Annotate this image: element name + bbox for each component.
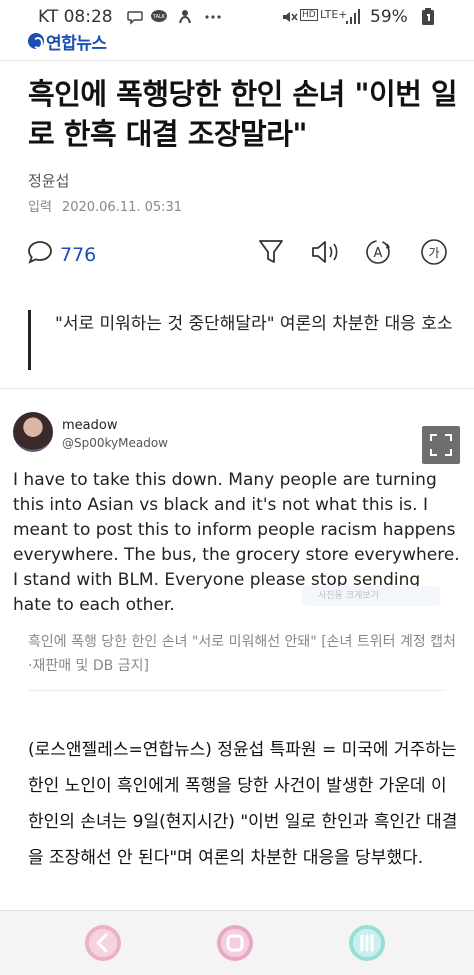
back-icon <box>96 933 108 953</box>
article-headline: 흑인에 폭행당한 한인 손녀 "이번 일로 한흑 대결 조장말라" <box>28 77 458 151</box>
tweet-user-handle: @Sp00kyMeadow <box>62 436 168 450</box>
back-button[interactable] <box>85 925 121 961</box>
header-divider <box>0 60 474 61</box>
message-icon <box>127 11 143 25</box>
caption-divider <box>28 690 446 691</box>
more-dots-icon <box>205 15 221 19</box>
yonhap-logo-icon <box>28 33 44 49</box>
site-logo[interactable]: 연합뉴스 <box>28 30 107 54</box>
mute-icon <box>283 12 298 22</box>
home-icon <box>226 934 244 952</box>
audio-icon[interactable] <box>310 238 340 266</box>
recents-button[interactable] <box>349 925 385 961</box>
font-style-icon[interactable]: 가 <box>420 238 448 266</box>
signal-icon <box>346 9 360 24</box>
font-style-icon-label: 가 <box>428 246 439 260</box>
article-author: 정윤섭 <box>28 172 70 190</box>
font-size-icon[interactable] <box>258 238 284 266</box>
notification-icon <box>179 10 191 24</box>
expand-icon <box>430 434 452 456</box>
article-date-row: 입력 2020.06.11. 05:31 <box>28 196 192 215</box>
home-button[interactable] <box>217 925 253 961</box>
battery-icon <box>422 8 434 25</box>
comment-count[interactable]: 776 <box>60 244 96 266</box>
system-nav-bar <box>0 910 474 975</box>
translate-icon-label: A <box>374 246 383 261</box>
kakaotalk-icon: TALK <box>151 10 167 22</box>
tweet-divider <box>0 388 474 389</box>
recents-icon <box>360 934 374 952</box>
logo-text: 연합뉴스 <box>46 33 107 54</box>
battery-percent: 59% <box>370 7 408 27</box>
article-date: 2020.06.11. 05:31 <box>61 200 183 215</box>
carrier-time: KT 08:28 <box>38 7 113 27</box>
expand-image-button[interactable] <box>422 426 460 464</box>
article-body: (로스앤젤레스=연합뉴스) 정윤섭 특파원 = 미국에 거주하는 한인 노인이 … <box>28 740 458 868</box>
date-label: 입력 <box>28 200 52 215</box>
tweet-user-name: meadow <box>62 418 118 433</box>
svg-text:TALK: TALK <box>152 14 166 20</box>
article-subtitle: "서로 미워하는 것 중단해달라" 여론의 차분한 대응 호소 <box>28 310 458 370</box>
comment-icon[interactable] <box>26 238 54 266</box>
avatar <box>13 412 53 452</box>
tweet-ghost-label: 사진을 크게보기 <box>302 586 440 606</box>
translate-icon[interactable]: A <box>364 238 392 266</box>
image-caption: 흑인에 폭행 당한 한인 손녀 "서로 미워해선 안돼" [손녀 트위터 계정 … <box>28 634 456 674</box>
hd-icon: HD <box>300 9 318 21</box>
